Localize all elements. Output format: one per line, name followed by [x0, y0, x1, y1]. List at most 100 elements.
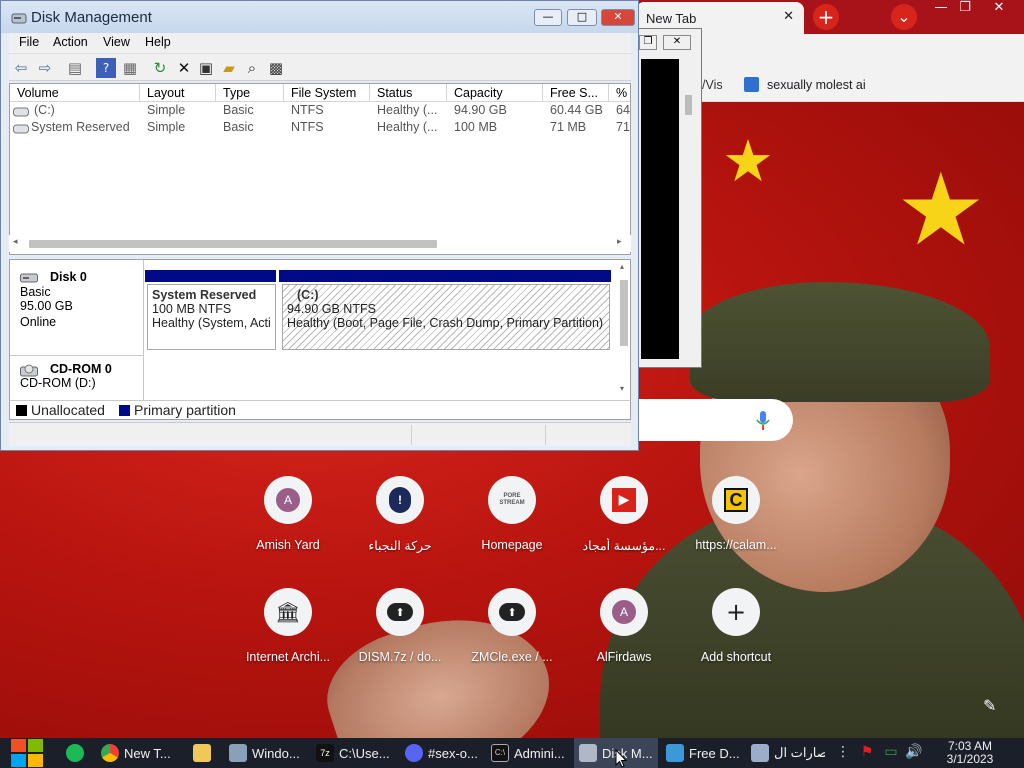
scroll-up-icon[interactable]: ▴ — [620, 262, 624, 271]
cell-free: 71 MB — [550, 120, 587, 134]
bookmark-partial[interactable]: /Vis — [702, 78, 723, 92]
horizontal-scrollbar[interactable]: ◂ ▸ — [9, 235, 631, 252]
console-scrollbar[interactable] — [681, 59, 697, 359]
customize-pencil-icon[interactable]: ✎ — [983, 696, 996, 715]
column-header[interactable]: Type — [216, 84, 284, 102]
clock[interactable]: 7:03 AM 3/1/2023 — [930, 740, 1010, 766]
new-tab-icon[interactable]: + — [813, 4, 839, 30]
shortcut-tile[interactable]: ! حركة النجباء — [344, 476, 456, 576]
voice-search-icon[interactable] — [756, 411, 770, 431]
refresh-icon[interactable]: ↻ — [150, 58, 170, 78]
shortcut-tile[interactable]: ▶ مؤسسة أمجاد... — [568, 476, 680, 576]
taskbar-spotify[interactable] — [66, 738, 92, 768]
legend-swatch-unallocated — [16, 405, 27, 416]
shortcut-tile[interactable]: 🏛 Internet Archi... — [232, 588, 344, 688]
taskbar-explorer[interactable] — [193, 738, 219, 768]
disk-type: Basic — [20, 285, 51, 299]
volume-icon[interactable]: 🔊 — [905, 744, 923, 762]
menu-view[interactable]: View — [103, 35, 130, 49]
menu-help[interactable]: Help — [145, 35, 171, 49]
tab-close-icon[interactable]: ✕ — [783, 9, 794, 24]
search-icon[interactable]: ⌕ — [242, 58, 262, 78]
scroll-left-icon[interactable]: ◂ — [13, 237, 18, 247]
shortcut-glyph: PORE STREAM — [499, 493, 525, 506]
back-icon[interactable]: ⇦ — [11, 58, 31, 78]
tray-overflow-icon[interactable]: ⋮ — [834, 744, 852, 762]
shortcut-glyph: + — [725, 598, 747, 626]
taskbar-windows-app[interactable]: Windo... — [229, 738, 309, 768]
tab-search-icon[interactable]: ⌄ — [891, 4, 917, 30]
console-scroll-thumb[interactable] — [685, 95, 692, 115]
cell-percent: 71 — [616, 120, 630, 134]
column-header[interactable]: Free S... — [543, 84, 609, 102]
column-header[interactable]: Status — [370, 84, 447, 102]
maximize-icon[interactable]: □ — [567, 9, 597, 26]
scroll-thumb[interactable] — [29, 240, 437, 248]
shortcut-tile[interactable]: C https://calam... — [680, 476, 792, 576]
forward-icon[interactable]: ⇨ — [35, 58, 55, 78]
menu-file[interactable]: File — [19, 35, 39, 49]
scroll-thumb[interactable] — [620, 280, 628, 346]
clock-date: 3/1/2023 — [946, 752, 994, 766]
vertical-scrollbar[interactable]: ▴ ▾ — [618, 260, 630, 400]
network-icon[interactable]: ▭ — [882, 744, 900, 762]
maximize-icon[interactable]: ❐ — [950, 0, 980, 18]
folder-icon — [193, 744, 211, 762]
help-icon[interactable]: ? — [96, 58, 116, 78]
table-row[interactable]: (C:) Simple Basic NTFS Healthy (... 94.9… — [10, 103, 630, 120]
settings-icon[interactable]: ▩ — [266, 58, 286, 78]
open-folder-icon[interactable]: ▰ — [219, 58, 239, 78]
taskbar-cmd[interactable]: C:\ Admini... — [491, 738, 569, 768]
shortcut-glyph: ⬆ — [499, 603, 525, 621]
cloud-upload-icon: ⬆ — [488, 588, 536, 636]
letter-a-icon: A — [264, 476, 312, 524]
disk-name: Disk 0 — [50, 270, 87, 284]
shortcut-label: DISM.7z / do... — [358, 650, 442, 664]
shortcut-tile[interactable]: PORE STREAM Homepage — [456, 476, 568, 576]
shortcut-tile[interactable]: ⬆ DISM.7z / do... — [344, 588, 456, 688]
status-divider — [411, 425, 412, 445]
console-tree-icon[interactable]: ▤ — [65, 58, 85, 78]
taskbar-free-download[interactable]: Free D... — [666, 738, 744, 768]
add-shortcut-button[interactable]: + Add shortcut — [680, 588, 792, 688]
taskbar-discord[interactable]: #sex-o... — [405, 738, 483, 768]
partition-c-drive[interactable]: (C:) 94.90 GB NTFS Healthy (Boot, Page F… — [282, 284, 610, 350]
close-icon[interactable]: ✕ — [984, 0, 1014, 18]
minimize-icon[interactable]: — — [534, 9, 562, 26]
shortcut-glyph: A — [612, 600, 636, 624]
partition-header-bar — [279, 270, 611, 282]
cell-layout: Simple — [147, 103, 186, 117]
column-header[interactable]: Layout — [140, 84, 216, 102]
bookmark-item[interactable]: sexually molest ai — [767, 78, 866, 92]
column-header[interactable]: Volume — [10, 84, 140, 102]
taskbar-7zip[interactable]: 7z C:\Use... — [316, 738, 398, 768]
scroll-down-icon[interactable]: ▾ — [620, 384, 624, 393]
shortcut-tile[interactable]: ⬆ ZMCle.exe / ... — [456, 588, 568, 688]
scroll-right-icon[interactable]: ▸ — [617, 237, 622, 247]
title-bar[interactable]: Disk Management — □ ✕ — [1, 1, 638, 33]
column-header[interactable]: Capacity — [447, 84, 543, 102]
taskbar-chrome[interactable]: New T... — [101, 738, 181, 768]
flag-icon[interactable]: ⚑ — [858, 744, 876, 762]
cell-status: Healthy (... — [377, 103, 438, 117]
properties-icon[interactable]: ▦ — [120, 58, 140, 78]
menu-action[interactable]: Action — [53, 35, 88, 49]
shortcut-tile[interactable]: A Amish Yard — [232, 476, 344, 576]
column-header[interactable]: File System — [284, 84, 370, 102]
shortcut-tile[interactable]: A AlFirdaws — [568, 588, 680, 688]
console-restore-icon[interactable]: ❐ — [639, 35, 657, 50]
taskbar-picture[interactable]: صارات ال... — [751, 738, 825, 768]
column-header[interactable]: % — [609, 84, 630, 102]
task-label: C:\Use... — [339, 745, 390, 761]
cell-volume: System Reserved — [31, 120, 130, 134]
close-icon[interactable]: ✕ — [601, 9, 635, 26]
console-close-icon[interactable]: ✕ — [663, 35, 691, 50]
start-button-icon[interactable] — [10, 738, 44, 768]
rescan-icon[interactable]: ▣ — [196, 58, 216, 78]
table-row[interactable]: System Reserved Simple Basic NTFS Health… — [10, 120, 630, 137]
delete-icon[interactable]: ✕ — [174, 58, 194, 78]
disk-0-label[interactable]: Disk 0 Basic 95.00 GB Online — [10, 260, 144, 356]
partition-system-reserved[interactable]: System Reserved 100 MB NTFS Healthy (Sys… — [147, 284, 276, 350]
letter-a-icon: A — [600, 588, 648, 636]
cell-filesystem: NTFS — [291, 103, 324, 117]
